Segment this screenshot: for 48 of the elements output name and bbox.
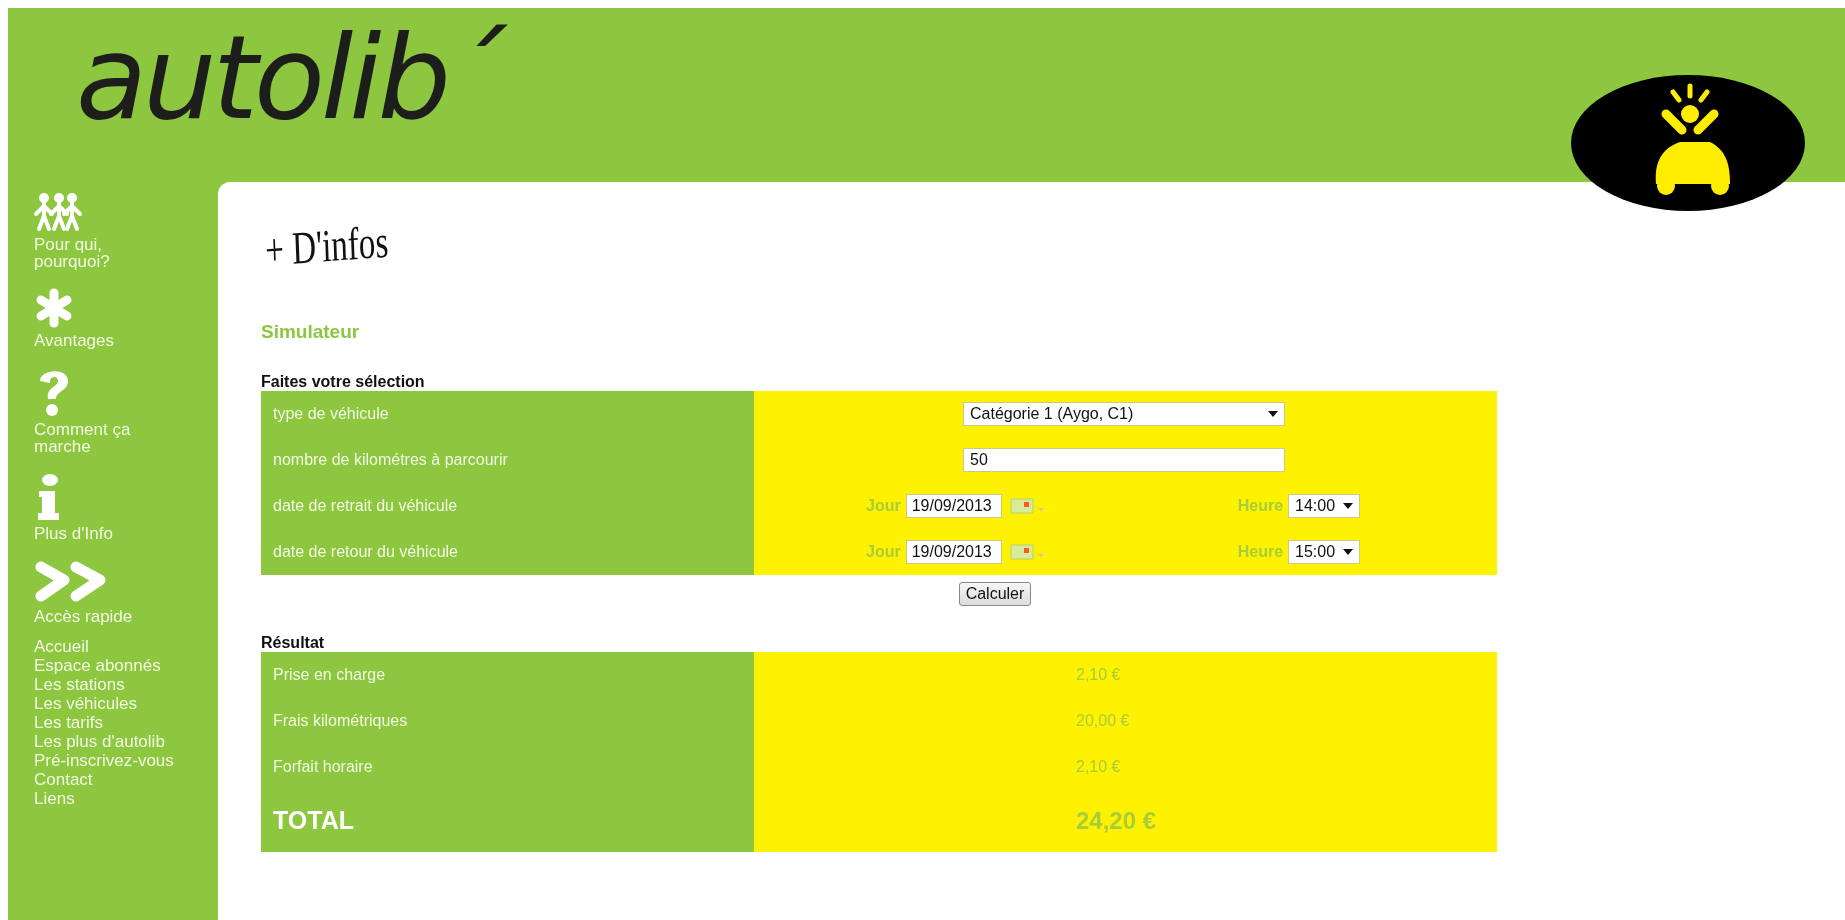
hour-label: Heure xyxy=(1237,496,1284,515)
cost-label: Prise en charge xyxy=(261,651,754,698)
sidebar-item[interactable]: Comment ça marche xyxy=(34,367,218,455)
calculate-button[interactable]: Calculer xyxy=(958,581,1032,606)
field-label: type de véhicule xyxy=(261,390,754,437)
field-label: date de retrait du véhicule xyxy=(261,482,754,529)
hour-label: Heure xyxy=(1237,542,1284,561)
sidebar-item[interactable]: Avantages xyxy=(34,288,218,349)
caret-icon xyxy=(1343,548,1354,555)
caret-icon xyxy=(1343,502,1354,509)
sidebar-item[interactable]: Plus d'Info xyxy=(34,473,218,542)
hour-select[interactable]: 15:00 xyxy=(1288,539,1361,564)
day-label: Jour xyxy=(866,496,901,515)
quick-link[interactable]: Liens xyxy=(34,789,218,808)
quick-link[interactable]: Contact xyxy=(34,770,218,789)
quick-link[interactable]: Espace abonnés xyxy=(34,656,218,675)
vehicle-type-select[interactable]: Catégorie 1 (Aygo, C1) xyxy=(963,401,1285,426)
total-label: TOTAL xyxy=(261,789,754,852)
quick-link[interactable]: Les tarifs xyxy=(34,713,218,732)
cost-label: Forfait horaire xyxy=(261,743,754,790)
cost-amount: 2,10 € xyxy=(1076,757,1121,776)
selection-title: Faites votre sélection xyxy=(261,372,426,391)
forward-icon xyxy=(34,560,108,604)
people-icon xyxy=(34,192,84,232)
field-label: nombre de kilométres à parcourir xyxy=(261,436,754,483)
asterisk-icon xyxy=(34,288,74,328)
caret-icon xyxy=(1268,410,1278,417)
date-input[interactable]: 19/09/2013 xyxy=(905,539,1002,564)
distance-input[interactable]: 50 xyxy=(963,447,1285,472)
car-emblem-icon xyxy=(1570,74,1806,212)
quick-link[interactable]: Pré-inscrivez-vous xyxy=(34,751,218,770)
day-label: Jour xyxy=(866,542,901,561)
page-heading: + D'infos xyxy=(263,216,390,277)
cost-amount: 20,00 € xyxy=(1076,711,1130,730)
date-input[interactable]: 19/09/2013 xyxy=(905,493,1002,518)
hour-select[interactable]: 14:00 xyxy=(1288,493,1361,518)
field-label: date de retour du véhicule xyxy=(261,528,754,575)
quick-link[interactable]: Les plus d'autolib xyxy=(34,732,218,751)
sidebar-item[interactable]: Accès rapide xyxy=(34,560,218,625)
cost-amount: 2,10 € xyxy=(1076,665,1121,684)
section-title: Simulateur xyxy=(261,320,361,343)
result-title: Résultat xyxy=(261,633,326,652)
quick-link[interactable]: Les véhicules xyxy=(34,694,218,713)
cost-label: Frais kilométriques xyxy=(261,697,754,744)
sidebar-item[interactable]: Pour qui, pourquoi? xyxy=(34,192,218,270)
total-amount: 24,20 € xyxy=(1076,806,1157,835)
quick-link[interactable]: Accueil xyxy=(34,637,218,656)
quick-link[interactable]: Les stations xyxy=(34,675,218,694)
